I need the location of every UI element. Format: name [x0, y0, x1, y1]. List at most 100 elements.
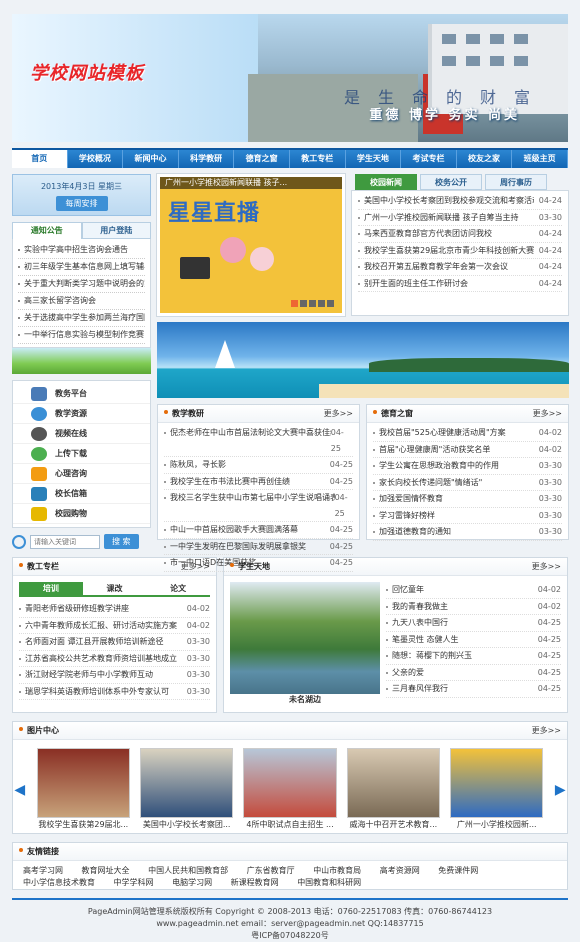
nav-alumni[interactable]: 校友之家 [457, 150, 513, 168]
nav-exam[interactable]: 考试专栏 [401, 150, 457, 168]
friend-link[interactable]: 中国人民共和国教育部 [148, 866, 228, 875]
gallery-next-arrow-icon[interactable]: ▶ [553, 782, 567, 798]
nav-about[interactable]: 学校概况 [68, 150, 124, 168]
list-item[interactable]: 我校学生喜获第29届北京市青少年科技创新大赛优秀成绩04-24 [358, 243, 562, 259]
list-item[interactable]: 名师面对面 谭江县开展教师培训新途径 03-30 [19, 634, 210, 651]
list-item[interactable]: 青阳老师省级研修班教学讲座 04-02 [19, 601, 210, 618]
tab-public-affairs[interactable]: 校务公开 [420, 174, 482, 190]
friend-link[interactable]: 免费课件网 [438, 866, 478, 875]
slide-dot[interactable] [318, 300, 325, 307]
friend-link[interactable]: 高考学习网 [23, 866, 63, 875]
nav-class[interactable]: 班级主页 [512, 150, 568, 168]
nav-home[interactable]: 首页 [12, 150, 68, 168]
menu-item[interactable]: 上传下载 [13, 444, 150, 464]
friend-link[interactable]: 新课程教育网 [231, 878, 279, 887]
list-item[interactable]: 中山一中首届校园歌手大赛圆满落幕 04-25 [164, 522, 353, 539]
friend-link[interactable]: 高考资源网 [380, 866, 420, 875]
moral-more-link[interactable]: 更多>> [533, 408, 562, 419]
list-item[interactable]: 实验中学高中招生咨询会通告 [18, 242, 145, 259]
tab-notices[interactable]: 通知公告 [12, 222, 82, 239]
list-item[interactable]: 瑞恩学科英语教师培训体系中外专家认可 03-30 [19, 684, 210, 700]
nav-student[interactable]: 学生天地 [346, 150, 402, 168]
site-logo[interactable]: 学校网站模板 [30, 59, 144, 85]
weekly-schedule-button[interactable]: 每周安排 [55, 196, 108, 211]
gallery-item[interactable]: 广州一小学推校园新... [450, 748, 544, 832]
search-button[interactable]: 搜 索 [104, 534, 139, 549]
list-item[interactable]: 一中举行信息实验与模型制作竞赛 [18, 327, 145, 344]
slide-dot[interactable] [300, 300, 307, 307]
nav-staff[interactable]: 教工专栏 [290, 150, 346, 168]
tab-weekly-calendar[interactable]: 周行事历 [485, 174, 547, 190]
list-item[interactable]: 关于选拔高中学生参加两兰海疗国际模 [18, 310, 145, 327]
list-item[interactable]: 关于重大判断类学习题中说明会的紧急 [18, 276, 145, 293]
friend-link[interactable]: 中国教育和科研网 [297, 878, 361, 887]
list-item[interactable]: 浙江财经学院老师与中小学教师互动 03-30 [19, 667, 210, 684]
footer-icp[interactable]: 粤ICP备07048220号 [12, 930, 568, 942]
slide-dot[interactable] [291, 300, 298, 307]
menu-item[interactable]: 教学资源 [13, 404, 150, 424]
list-item[interactable]: 家长向校长传递问题"情绪话" 03-30 [373, 475, 562, 491]
tab-login[interactable]: 用户登陆 [81, 222, 151, 239]
friend-link[interactable]: 中学学科网 [114, 878, 154, 887]
slide-dot[interactable] [309, 300, 316, 307]
menu-item[interactable]: 视频在线 [13, 424, 150, 444]
menu-item[interactable]: 教务平台 [13, 384, 150, 404]
student-photo[interactable]: 未名湖边 [230, 582, 380, 706]
list-item[interactable]: 六中青年教师成长汇报、研讨活动实施方案 04-02 [19, 618, 210, 634]
nav-news[interactable]: 新闻中心 [123, 150, 179, 168]
list-item[interactable]: 三月春风伴我行 04-25 [386, 681, 561, 698]
slide-dot[interactable] [327, 300, 334, 307]
tab-reform[interactable]: 课改 [83, 582, 147, 595]
list-item[interactable]: 我校首届"525心理健康活动周"方案 04-02 [373, 425, 562, 442]
list-item[interactable]: 别开生面的班主任工作研讨会 04-24 [358, 276, 562, 292]
tab-papers[interactable]: 论文 [146, 582, 210, 595]
friend-link[interactable]: 中小学信息技术教育 [23, 878, 95, 887]
list-item[interactable]: 笔墨灵性 态健人生 04-25 [386, 632, 561, 648]
nav-research[interactable]: 科学教研 [179, 150, 235, 168]
list-item[interactable]: 一中学生发明在巴黎国际发明展拿银奖 04-25 [164, 539, 353, 555]
nav-moral[interactable]: 德育之窗 [234, 150, 290, 168]
gallery-prev-arrow-icon[interactable]: ◀ [13, 782, 27, 798]
list-item[interactable]: 高三家长留学咨询会 [18, 293, 145, 310]
friend-link[interactable]: 电脑学习网 [172, 878, 212, 887]
footer: PageAdmin网站管理系统版权所有 Copyright © 2008-201… [12, 898, 568, 942]
list-item[interactable]: 回忆童年 04-02 [386, 582, 561, 599]
list-item[interactable]: 我校学生在市书法比赛中再创佳绩 04-25 [164, 474, 353, 490]
friend-link[interactable]: 教育网址大全 [82, 866, 130, 875]
friend-link[interactable]: 中山市教育局 [313, 866, 361, 875]
menu-item[interactable]: 校长信箱 [13, 484, 150, 504]
gallery-item[interactable]: 4所中职试点自主招生 ... [243, 748, 337, 832]
gallery-item[interactable]: 我校学生喜获第29届北... [36, 748, 130, 832]
list-item[interactable]: 父亲的爱 04-25 [386, 665, 561, 681]
gallery-more-link[interactable]: 更多>> [532, 725, 561, 736]
list-item[interactable]: 我校三名学生获中山市第七届中小学生说唱诵表比赛一等奖04-25 [164, 490, 353, 522]
gallery-item[interactable]: 美国中小学校长考察团... [139, 748, 234, 832]
list-item[interactable]: 陈秋凤，寻长影 04-25 [164, 457, 353, 474]
list-item[interactable]: 学生公寓在思想政治教育中的作用 03-30 [373, 458, 562, 475]
list-item[interactable]: 美国中小学校长考察团到我校参观交流和考察活动 04-24 [358, 193, 562, 210]
list-item[interactable]: 倪杰老师在中山市首届法制论文大赛中喜获佳绩 04-25 [164, 425, 353, 457]
list-item[interactable]: 学习雷锋好榜样 03-30 [373, 508, 562, 524]
list-item[interactable]: 我的青春我做主 04-02 [386, 599, 561, 615]
list-item[interactable]: 广州一小学推校园新闻联播 孩子自筹当主持 03-30 [358, 210, 562, 226]
slide-caption[interactable]: 广州一小学推校园新闻联播 孩子... [160, 177, 342, 189]
list-item[interactable]: 初三年级学生基本信息网上填写辅导 [18, 259, 145, 276]
friend-link[interactable]: 广东省教育厅 [247, 866, 295, 875]
list-item[interactable]: 随想：蒋樱下的荆兴玉 04-25 [386, 648, 561, 665]
menu-item[interactable]: 心理咨询 [13, 464, 150, 484]
tab-training[interactable]: 培训 [19, 582, 83, 595]
student-more-link[interactable]: 更多>> [532, 561, 561, 572]
list-item[interactable]: 马来西亚教育部官方代表团访问我校 04-24 [358, 226, 562, 243]
menu-item[interactable]: 校园购物 [13, 504, 150, 524]
list-item[interactable]: 江苏省高校公共艺术教育师资培训基地成立 03-30 [19, 651, 210, 667]
list-item[interactable]: 加强爱国情怀教育 03-30 [373, 491, 562, 508]
list-item[interactable]: 首届"心理健康周"活动获奖名单 04-02 [373, 442, 562, 458]
slideshow[interactable]: 星星直播 广州一小学推校园新闻联播 孩子... [156, 173, 346, 317]
gallery-item[interactable]: 威海十中召开艺术教育... [346, 748, 441, 832]
list-item[interactable]: 九天八表中国行 04-25 [386, 615, 561, 632]
tab-campus-news[interactable]: 校园新闻 [355, 174, 417, 190]
search-input[interactable] [30, 534, 100, 549]
list-item[interactable]: 我校召开第五届教育教学年会第一次会议 04-24 [358, 259, 562, 276]
teaching-more-link[interactable]: 更多>> [324, 408, 353, 419]
list-item[interactable]: 加强道德教育的通知 03-30 [373, 524, 562, 541]
